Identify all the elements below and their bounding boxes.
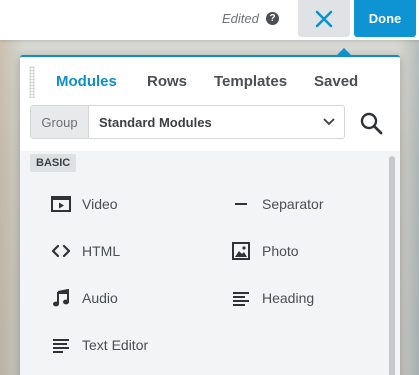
close-button[interactable] xyxy=(298,0,350,37)
module-label: Heading xyxy=(262,290,315,306)
close-icon xyxy=(315,10,333,27)
tab-rows[interactable]: Rows xyxy=(147,73,187,90)
tab-modules[interactable]: Modules xyxy=(56,73,117,90)
chevron-down-icon xyxy=(323,118,335,125)
module-label: HTML xyxy=(82,243,121,259)
scrollbar[interactable] xyxy=(389,156,395,375)
module-video[interactable]: Video xyxy=(50,191,200,217)
code-icon xyxy=(50,240,72,262)
modules-list: BASIC Video Separator HTML Photo Audio H… xyxy=(20,151,400,375)
search-icon[interactable] xyxy=(359,111,383,135)
done-button[interactable]: Done xyxy=(354,0,416,37)
module-text-editor[interactable]: Text Editor xyxy=(50,332,200,358)
top-bar: Edited ? Done xyxy=(0,0,419,40)
tab-saved[interactable]: Saved xyxy=(314,73,358,90)
module-html[interactable]: HTML xyxy=(50,238,200,264)
module-audio[interactable]: Audio xyxy=(50,285,200,311)
video-icon xyxy=(50,193,72,215)
text-editor-icon xyxy=(50,334,72,356)
panel-tabs: Modules Rows Templates Saved xyxy=(20,73,400,95)
heading-icon xyxy=(230,287,252,309)
edited-status: Edited xyxy=(222,11,259,26)
group-select[interactable]: Group Standard Modules xyxy=(30,105,345,139)
module-label: Separator xyxy=(262,196,324,212)
module-label: Photo xyxy=(262,243,299,259)
module-label: Audio xyxy=(82,290,118,306)
photo-icon xyxy=(230,240,252,262)
group-select-value: Standard Modules xyxy=(99,115,212,130)
panel-caret xyxy=(336,48,352,56)
module-photo[interactable]: Photo xyxy=(230,238,380,264)
module-heading[interactable]: Heading xyxy=(230,285,380,311)
music-note-icon xyxy=(50,287,72,309)
question-circle-icon[interactable]: ? xyxy=(266,12,279,25)
content-panel: Modules Rows Templates Saved Group Stand… xyxy=(20,48,400,375)
section-title: BASIC xyxy=(30,154,77,172)
module-label: Text Editor xyxy=(82,337,149,353)
tab-templates[interactable]: Templates xyxy=(214,73,287,90)
separator-icon xyxy=(230,193,252,215)
group-select-label: Group xyxy=(31,106,89,138)
module-label: Video xyxy=(82,196,118,212)
module-separator[interactable]: Separator xyxy=(230,191,380,217)
